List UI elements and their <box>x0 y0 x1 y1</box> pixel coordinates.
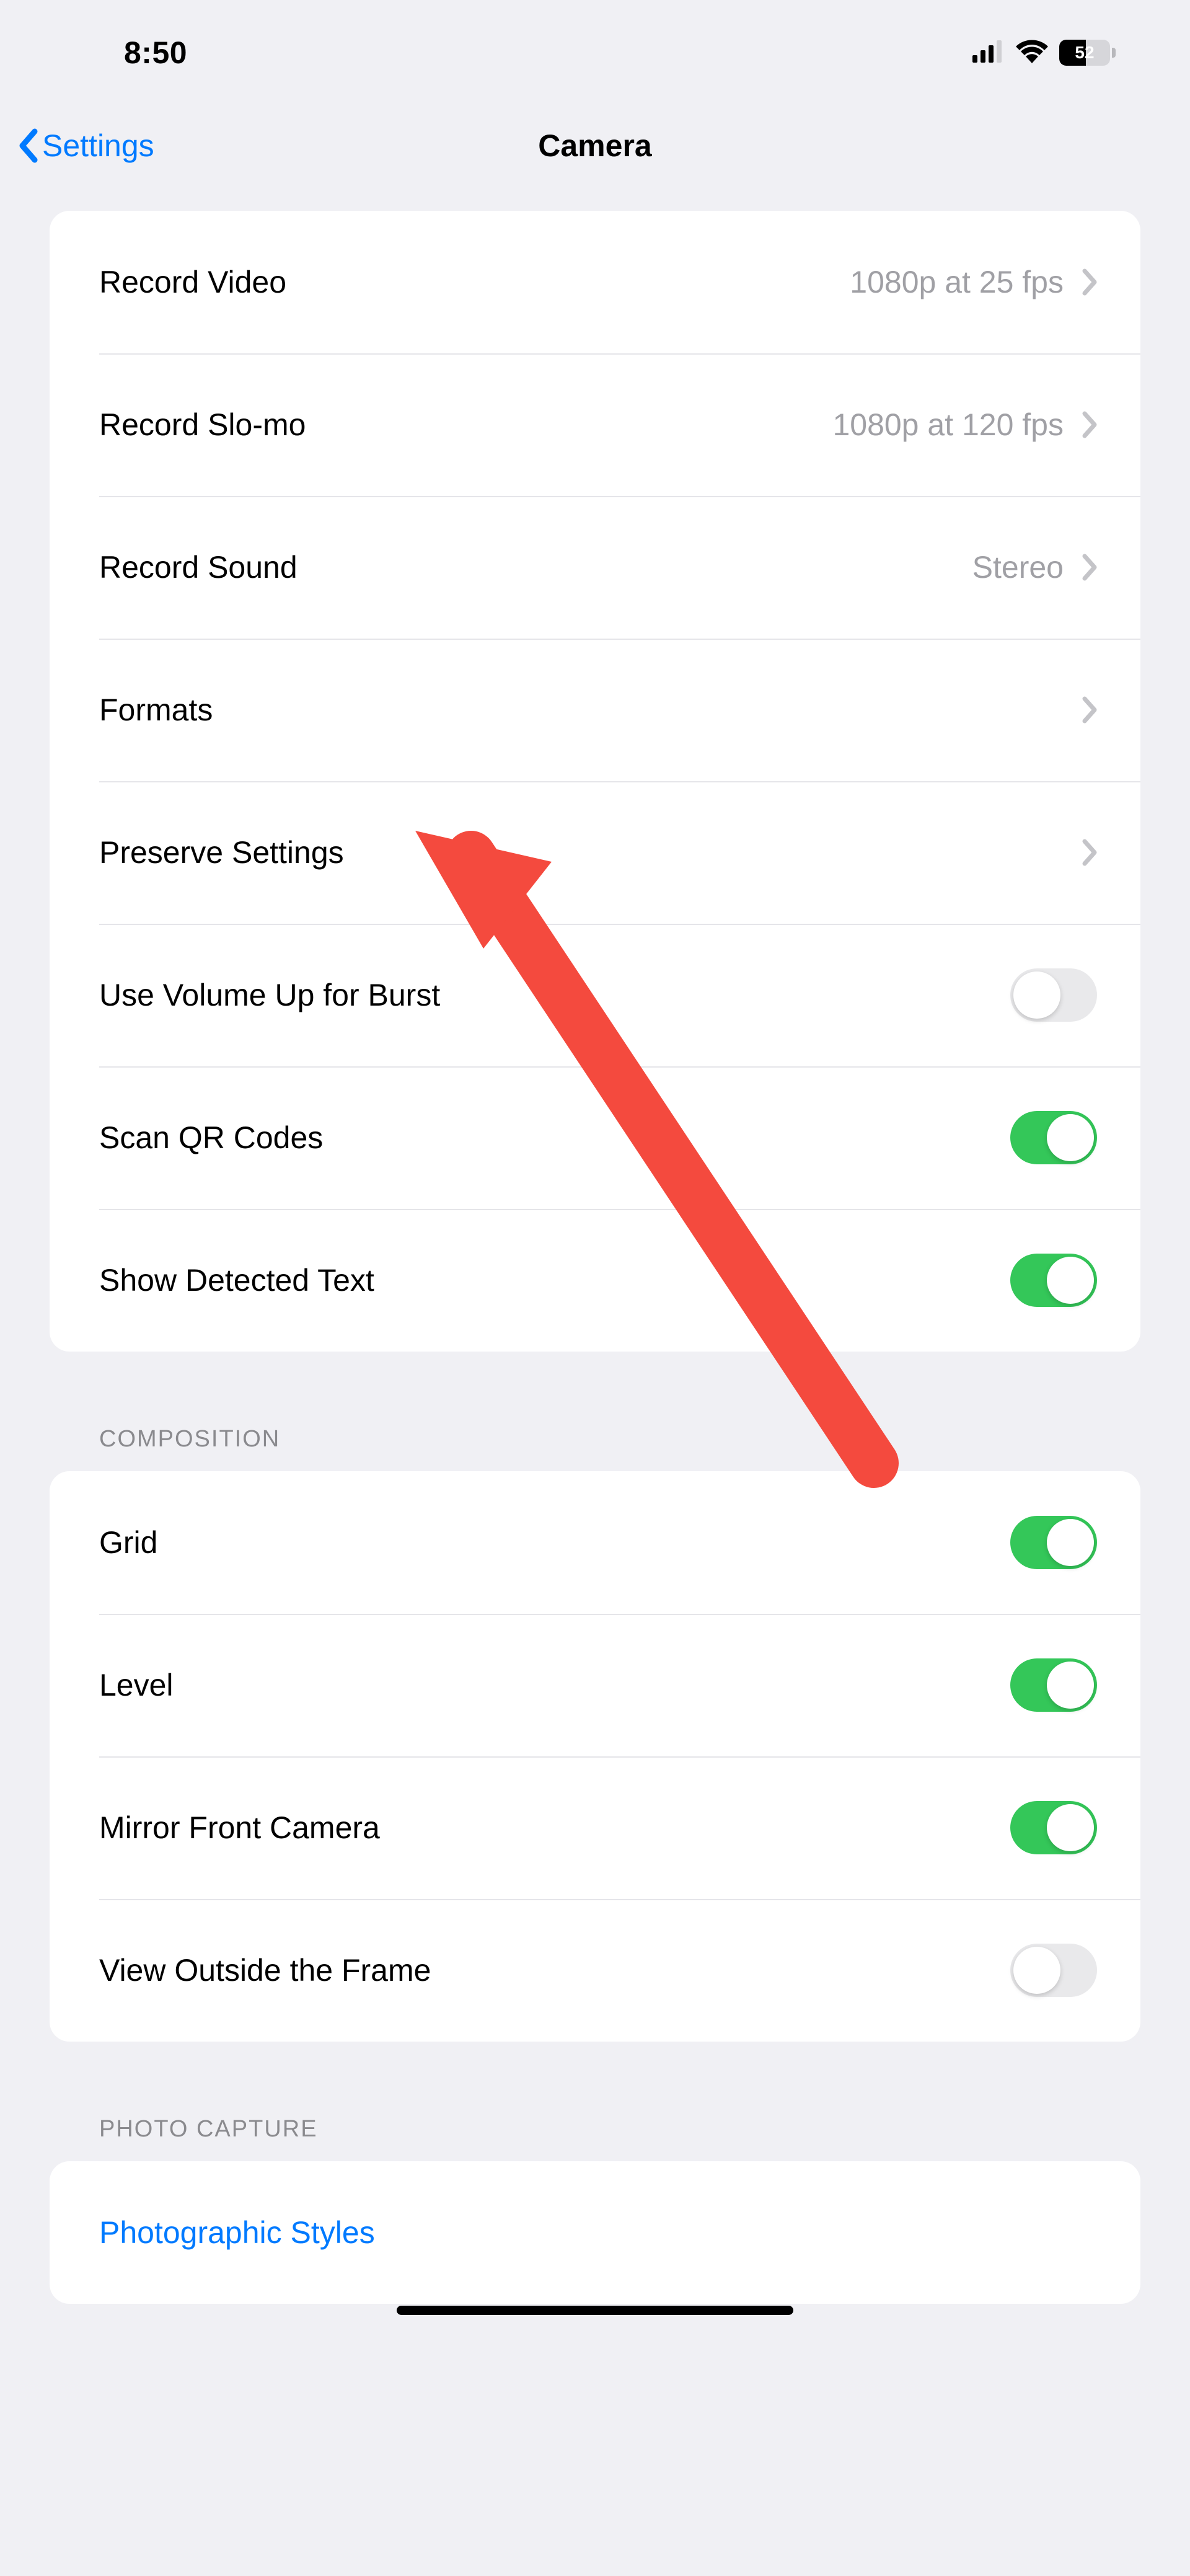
toggle-view-outside[interactable] <box>1010 1944 1097 1997</box>
row-label: Record Sound <box>99 549 972 585</box>
back-label: Settings <box>42 128 154 164</box>
status-bar: 8:50 52 <box>0 0 1190 105</box>
toggle-level[interactable] <box>1010 1658 1097 1712</box>
cellular-icon <box>972 40 1005 66</box>
row-detected-text[interactable]: Show Detected Text <box>50 1209 1140 1352</box>
row-label: Use Volume Up for Burst <box>99 977 1010 1013</box>
row-label: Grid <box>99 1525 1010 1560</box>
status-indicators: 52 <box>972 40 1116 66</box>
toggle-volume-burst[interactable] <box>1010 968 1097 1022</box>
row-label: Level <box>99 1667 1010 1703</box>
row-photo-styles[interactable]: Photographic Styles <box>50 2161 1140 2304</box>
row-value: 1080p at 25 fps <box>850 264 1064 300</box>
row-grid[interactable]: Grid <box>50 1471 1140 1614</box>
group-header-photo-capture: PHOTO CAPTURE <box>99 2116 1190 2143</box>
back-button[interactable]: Settings <box>17 128 154 164</box>
row-preserve-settings[interactable]: Preserve Settings <box>50 781 1140 924</box>
chevron-right-icon <box>1082 696 1097 724</box>
row-label: Show Detected Text <box>99 1262 1010 1298</box>
settings-group-0: Record Video 1080p at 25 fps Record Slo-… <box>50 211 1140 1352</box>
toggle-scan-qr[interactable] <box>1010 1111 1097 1164</box>
settings-group-1: Grid Level Mirror Front Camera View Outs… <box>50 1471 1140 2042</box>
nav-bar: Settings Camera <box>0 105 1190 186</box>
chevron-right-icon <box>1082 411 1097 438</box>
chevron-right-icon <box>1082 839 1097 866</box>
group-header-composition: COMPOSITION <box>99 1426 1190 1453</box>
chevron-right-icon <box>1082 268 1097 296</box>
row-record-video[interactable]: Record Video 1080p at 25 fps <box>50 211 1140 353</box>
row-level[interactable]: Level <box>50 1614 1140 1756</box>
row-record-slomo[interactable]: Record Slo-mo 1080p at 120 fps <box>50 353 1140 496</box>
row-value: 1080p at 120 fps <box>832 407 1064 443</box>
row-label: Scan QR Codes <box>99 1120 1010 1156</box>
battery-icon: 52 <box>1059 40 1116 66</box>
row-value: Stereo <box>972 549 1064 585</box>
row-label: View Outside the Frame <box>99 1952 1010 1988</box>
row-view-outside[interactable]: View Outside the Frame <box>50 1899 1140 2042</box>
row-volume-burst[interactable]: Use Volume Up for Burst <box>50 924 1140 1066</box>
row-mirror-front[interactable]: Mirror Front Camera <box>50 1756 1140 1899</box>
home-indicator <box>397 2306 793 2315</box>
row-label: Preserve Settings <box>99 834 1082 870</box>
row-label: Record Video <box>99 264 850 300</box>
chevron-left-icon <box>17 128 38 164</box>
row-label: Record Slo-mo <box>99 407 832 443</box>
screen: 8:50 52 <box>0 0 1190 2329</box>
row-formats[interactable]: Formats <box>50 639 1140 781</box>
row-scan-qr[interactable]: Scan QR Codes <box>50 1066 1140 1209</box>
row-label: Photographic Styles <box>99 2215 1097 2251</box>
row-label: Mirror Front Camera <box>99 1810 1010 1846</box>
toggle-detected-text[interactable] <box>1010 1254 1097 1307</box>
settings-group-2: Photographic Styles <box>50 2161 1140 2304</box>
page-title: Camera <box>538 128 651 164</box>
status-time: 8:50 <box>124 35 187 71</box>
toggle-grid[interactable] <box>1010 1516 1097 1569</box>
wifi-icon <box>1016 40 1048 66</box>
toggle-mirror-front[interactable] <box>1010 1801 1097 1854</box>
chevron-right-icon <box>1082 554 1097 581</box>
row-record-sound[interactable]: Record Sound Stereo <box>50 496 1140 639</box>
row-label: Formats <box>99 692 1082 728</box>
